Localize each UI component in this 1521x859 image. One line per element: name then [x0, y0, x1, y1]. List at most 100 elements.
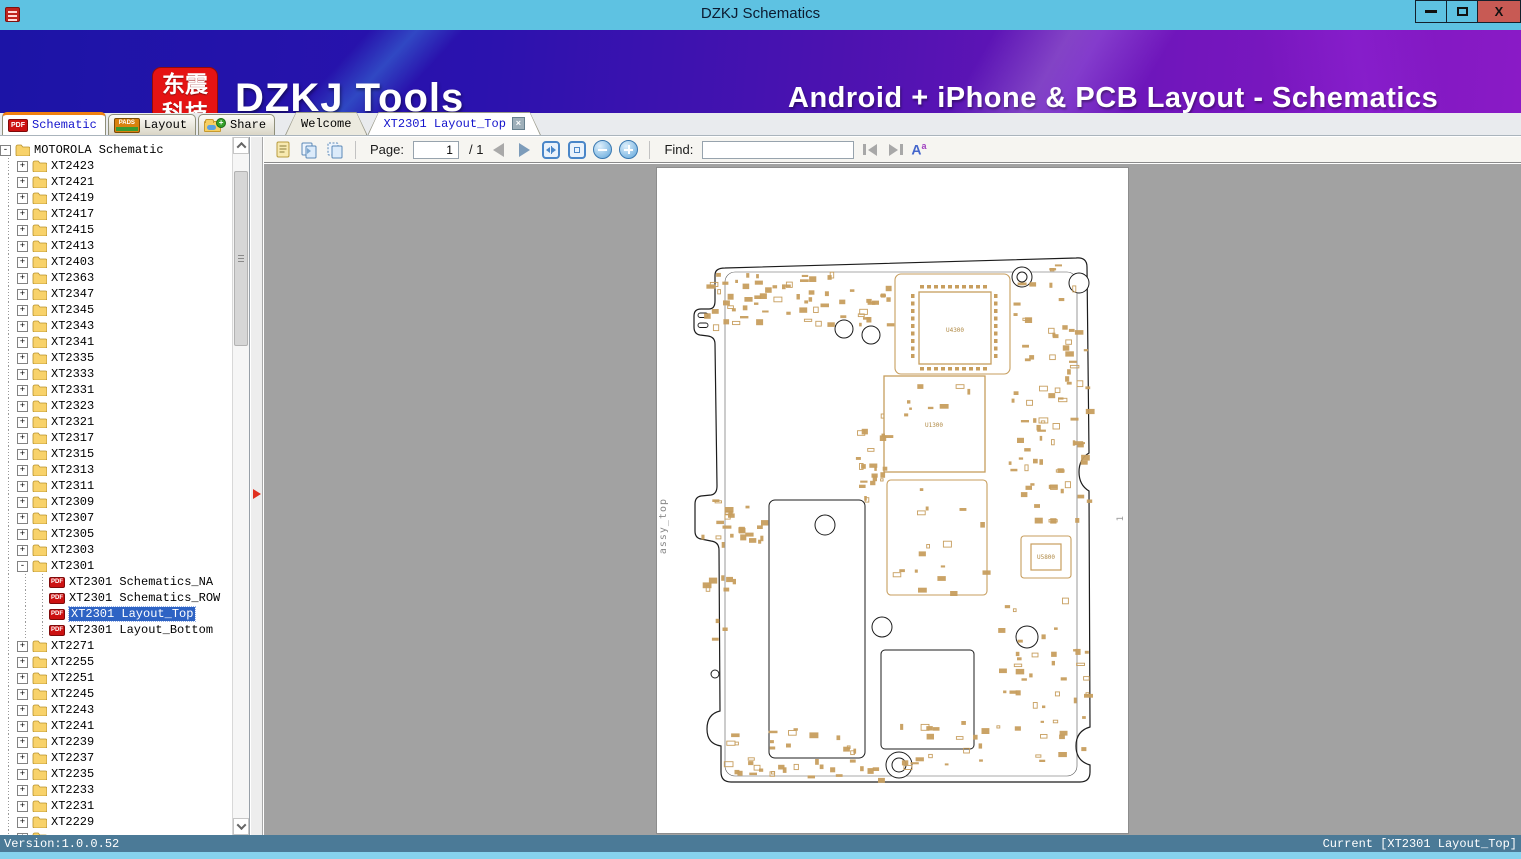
tree-expander-icon[interactable]: +	[17, 368, 28, 380]
tree-item-xt2403[interactable]: + XT2403	[0, 254, 232, 270]
tab-layout[interactable]: PADS Layout	[107, 114, 197, 135]
tree-expander-icon[interactable]: +	[17, 816, 28, 828]
tree-item-xt2347[interactable]: + XT2347	[0, 286, 232, 302]
tree-item-xt2313[interactable]: + XT2313	[0, 462, 232, 478]
tree-item-xt2413[interactable]: + XT2413	[0, 238, 232, 254]
find-previous-button[interactable]	[859, 139, 880, 160]
tree-expander-icon[interactable]: +	[17, 304, 28, 316]
tree-expander-icon[interactable]: +	[17, 640, 28, 652]
tree-item-xt2235[interactable]: + XT2235	[0, 766, 232, 782]
tree-item-xt2317[interactable]: + XT2317	[0, 430, 232, 446]
tree-item-xt2415[interactable]: + XT2415	[0, 222, 232, 238]
tree-expander-icon[interactable]: -	[17, 560, 28, 572]
tree-expander-icon[interactable]: +	[17, 336, 28, 348]
tree-item-xt2231[interactable]: + XT2231	[0, 798, 232, 814]
tree-item-xt2309[interactable]: + XT2309	[0, 494, 232, 510]
tree-item-xt2229[interactable]: + XT2229	[0, 814, 232, 830]
tree-item-xt2303[interactable]: + XT2303	[0, 542, 232, 558]
tree-item-xt2335[interactable]: + XT2335	[0, 350, 232, 366]
copy-page-button[interactable]	[298, 139, 319, 160]
tree-item-xt2333[interactable]: + XT2333	[0, 366, 232, 382]
tree-item-xt2345[interactable]: + XT2345	[0, 302, 232, 318]
tree-expander-icon[interactable]: +	[17, 208, 28, 220]
tree-expander-icon[interactable]: +	[17, 672, 28, 684]
tree-expander-icon[interactable]: +	[17, 736, 28, 748]
tree-item-xt2241[interactable]: + XT2241	[0, 718, 232, 734]
tree-expander-icon[interactable]: +	[17, 240, 28, 252]
tree-item-xt2301-layout-bottom[interactable]: PDF XT2301 Layout_Bottom	[0, 622, 232, 638]
tree-expander-icon[interactable]: +	[17, 272, 28, 284]
tree-expander-icon[interactable]: +	[17, 160, 28, 172]
tree-item-xt2239[interactable]: + XT2239	[0, 734, 232, 750]
tree-expander-icon[interactable]: +	[17, 512, 28, 524]
tree-expander-icon[interactable]: +	[17, 720, 28, 732]
tree-item-xt2305[interactable]: + XT2305	[0, 526, 232, 542]
tree-item-xt2243[interactable]: + XT2243	[0, 702, 232, 718]
zoom-in-button[interactable]	[618, 139, 639, 160]
tree-expander-icon[interactable]: -	[0, 144, 11, 156]
tree-expander-icon[interactable]: +	[17, 464, 28, 476]
tree-expander-icon[interactable]: +	[17, 496, 28, 508]
tree-item-xt2311[interactable]: + XT2311	[0, 478, 232, 494]
tree-item-xt2331[interactable]: + XT2331	[0, 382, 232, 398]
tree-expander-icon[interactable]: +	[17, 688, 28, 700]
match-case-icon[interactable]: Aa	[911, 142, 926, 157]
tree-expander-icon[interactable]: +	[17, 752, 28, 764]
tree-expander-icon[interactable]: +	[17, 704, 28, 716]
zoom-out-button[interactable]	[592, 139, 613, 160]
tree-scrollbar[interactable]	[232, 137, 249, 835]
tree-item-xt2315[interactable]: + XT2315	[0, 446, 232, 462]
scroll-down-button[interactable]	[233, 818, 249, 835]
tree-item-xt2307[interactable]: + XT2307	[0, 510, 232, 526]
tree-item-motorola-schematic[interactable]: - MOTOROLA Schematic	[0, 142, 232, 158]
tree-expander-icon[interactable]: +	[17, 352, 28, 364]
tree-expander-icon[interactable]: +	[17, 528, 28, 540]
scrollbar-thumb[interactable]	[234, 171, 248, 346]
tree-expander-icon[interactable]: +	[17, 768, 28, 780]
tree-expander-icon[interactable]: +	[17, 784, 28, 796]
tree-item-xt2343[interactable]: + XT2343	[0, 318, 232, 334]
tree-item-xt2251[interactable]: + XT2251	[0, 670, 232, 686]
panel-splitter[interactable]	[251, 137, 263, 835]
tree-expander-icon[interactable]: +	[17, 224, 28, 236]
close-tab-icon[interactable]: ×	[512, 117, 525, 130]
page-number-input[interactable]	[412, 140, 459, 159]
tree-expander-icon[interactable]: +	[17, 256, 28, 268]
tree-expander-icon[interactable]: +	[17, 656, 28, 668]
doc-tab-xt2301-layout-top[interactable]: XT2301 Layout_Top ×	[367, 112, 540, 135]
tree-item-xt2301-schematics-row[interactable]: PDF XT2301 Schematics_ROW	[0, 590, 232, 606]
tree-expander-icon[interactable]: +	[17, 384, 28, 396]
snapshot-button[interactable]	[272, 139, 293, 160]
find-next-button[interactable]	[885, 139, 906, 160]
tree-item-xt2419[interactable]: + XT2419	[0, 190, 232, 206]
tree-item-xt2301-schematics-na[interactable]: PDF XT2301 Schematics_NA	[0, 574, 232, 590]
tree-expander-icon[interactable]: +	[17, 480, 28, 492]
tab-schematic[interactable]: PDF Schematic	[2, 112, 106, 135]
tree-expander-icon[interactable]: +	[17, 800, 28, 812]
minimize-button[interactable]	[1415, 0, 1446, 23]
tree-expander-icon[interactable]: +	[17, 416, 28, 428]
tree-item-xt2255[interactable]: + XT2255	[0, 654, 232, 670]
tree-item-xt2301[interactable]: - XT2301	[0, 558, 232, 574]
doc-tab-welcome[interactable]: Welcome	[285, 112, 367, 135]
tree-item-xt2271[interactable]: + XT2271	[0, 638, 232, 654]
tree-item-xt2323[interactable]: + XT2323	[0, 398, 232, 414]
fit-width-button[interactable]	[540, 139, 561, 160]
tree-expander-icon[interactable]: +	[17, 432, 28, 444]
tree-item-xt2417[interactable]: + XT2417	[0, 206, 232, 222]
copy-region-button[interactable]	[324, 139, 345, 160]
tree-expander-icon[interactable]: +	[17, 288, 28, 300]
tree-expander-icon[interactable]: +	[17, 448, 28, 460]
close-button[interactable]: X	[1477, 0, 1521, 23]
scroll-up-button[interactable]	[233, 137, 249, 154]
tree-item-xt2421[interactable]: + XT2421	[0, 174, 232, 190]
tree-item-xt2423[interactable]: + XT2423	[0, 158, 232, 174]
previous-page-button[interactable]	[488, 139, 509, 160]
maximize-button[interactable]	[1446, 0, 1477, 23]
tree-item-xt2233[interactable]: + XT2233	[0, 782, 232, 798]
next-page-button[interactable]	[514, 139, 535, 160]
tree-expander-icon[interactable]: +	[17, 400, 28, 412]
tree-expander-icon[interactable]: +	[17, 192, 28, 204]
find-input[interactable]	[702, 140, 855, 159]
tree-item-xt2301-layout-top[interactable]: PDF XT2301 Layout_Top	[0, 606, 232, 622]
